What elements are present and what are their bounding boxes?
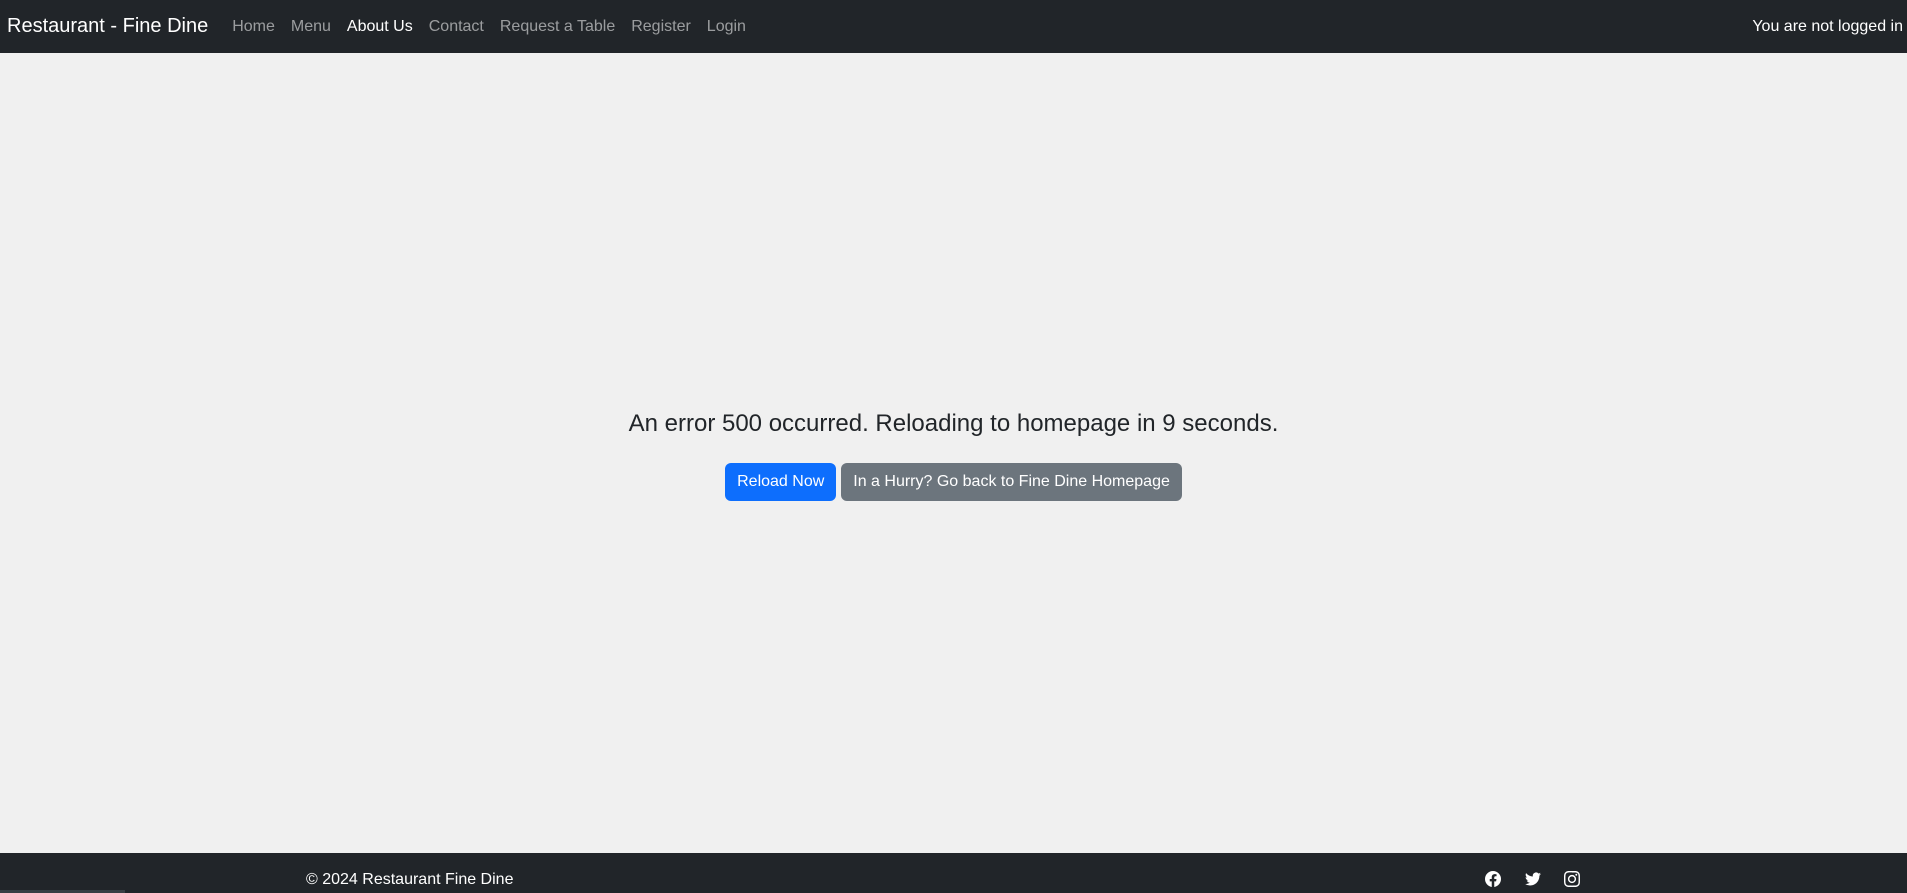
nav-link-about-us[interactable]: About Us bbox=[339, 18, 421, 35]
nav-link-menu[interactable]: Menu bbox=[283, 18, 339, 35]
brand-link[interactable]: Restaurant - Fine Dine bbox=[7, 15, 208, 38]
main-content: An error 500 occurred. Reloading to home… bbox=[0, 53, 1907, 853]
nav-link-request-a-table[interactable]: Request a Table bbox=[492, 18, 623, 35]
nav-link-home[interactable]: Home bbox=[224, 18, 283, 35]
footer: © 2024 Restaurant Fine Dine bbox=[0, 853, 1907, 893]
reload-now-button[interactable]: Reload Now bbox=[725, 463, 837, 501]
twitter-icon[interactable] bbox=[1524, 870, 1542, 888]
instagram-icon[interactable] bbox=[1563, 870, 1581, 888]
navbar: Restaurant - Fine Dine Home Menu About U… bbox=[0, 0, 1907, 53]
error-message: An error 500 occurred. Reloading to home… bbox=[628, 410, 1279, 437]
facebook-icon[interactable] bbox=[1484, 870, 1502, 888]
nav-link-contact[interactable]: Contact bbox=[421, 18, 492, 35]
nav-link-register[interactable]: Register bbox=[623, 18, 699, 35]
nav-links: Home Menu About Us Contact Request a Tab… bbox=[224, 18, 754, 36]
nav-link-login[interactable]: Login bbox=[699, 18, 754, 35]
login-status: You are not logged in bbox=[1752, 17, 1903, 35]
button-row: Reload Now In a Hurry? Go back to Fine D… bbox=[0, 463, 1907, 501]
go-home-button[interactable]: In a Hurry? Go back to Fine Dine Homepag… bbox=[841, 463, 1182, 501]
copyright-text: © 2024 Restaurant Fine Dine bbox=[306, 871, 514, 888]
